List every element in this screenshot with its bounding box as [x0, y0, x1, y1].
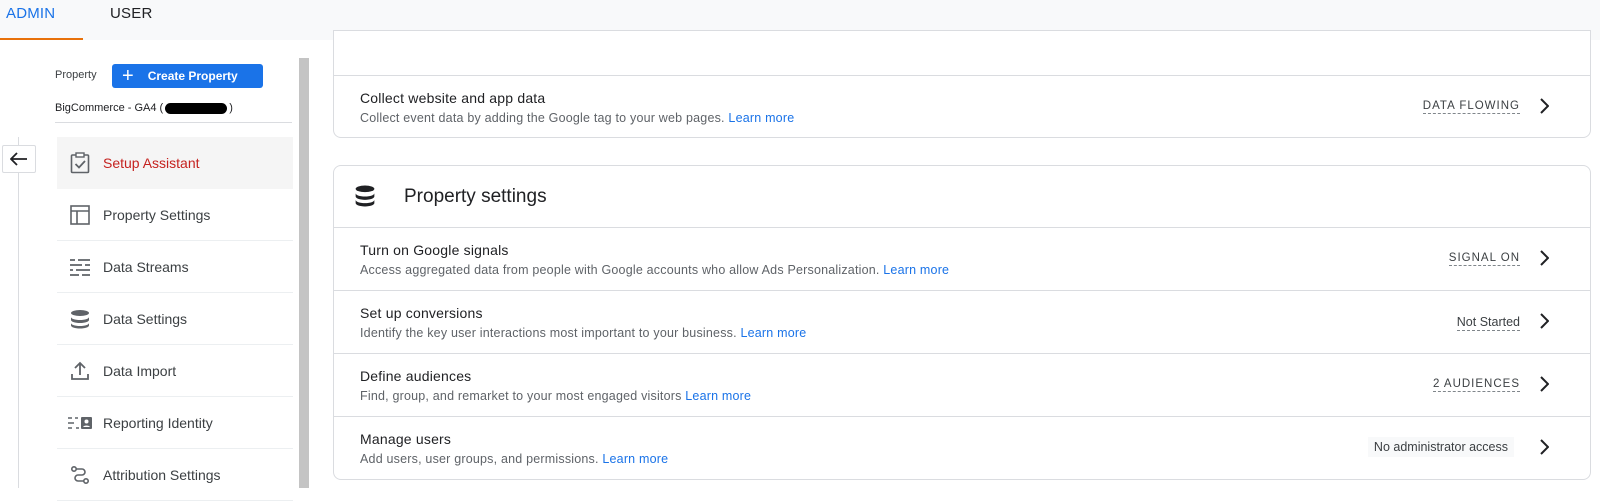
sidebar-nav: Setup Assistant Property Settings Data S…: [57, 137, 293, 501]
create-property-button[interactable]: + Create Property: [112, 64, 263, 88]
learn-more-link[interactable]: Learn more: [883, 263, 949, 277]
learn-more-link[interactable]: Learn more: [740, 326, 806, 340]
status-badge: No administrator access: [1367, 437, 1514, 457]
database-icon: [57, 309, 103, 329]
collect-data-card: Collect website and app data Collect eve…: [333, 30, 1591, 138]
sidebar-item-data-import[interactable]: Data Import: [57, 345, 293, 397]
card-header: Property settings: [334, 166, 1590, 228]
row-description: Find, group, and remarket to your most e…: [360, 389, 752, 403]
learn-more-link[interactable]: Learn more: [602, 452, 668, 466]
row-description: Identify the key user interactions most …: [360, 326, 807, 340]
sidebar-item-data-streams[interactable]: Data Streams: [57, 241, 293, 293]
layout-icon: [57, 204, 103, 225]
status-badge: Not Started: [1456, 315, 1520, 331]
sidebar-item-label: Data Streams: [103, 258, 189, 275]
identity-icon: [57, 415, 103, 431]
sidebar-scrollbar[interactable]: [299, 58, 309, 488]
status-badge: SIGNAL ON: [1448, 252, 1520, 266]
back-button[interactable]: [2, 145, 36, 173]
sidebar-divider: [55, 122, 292, 123]
sidebar-item-label: Data Settings: [103, 310, 188, 327]
upload-icon: [57, 361, 103, 381]
collect-data-row[interactable]: Collect website and app data Collect eve…: [334, 76, 1590, 138]
conversions-row[interactable]: Set up conversions Identify the key user…: [334, 291, 1590, 353]
property-name-close: ): [229, 102, 233, 114]
status-badge: DATA FLOWING: [1422, 100, 1520, 114]
tab-admin[interactable]: ADMIN: [0, 0, 83, 40]
row-title: Manage users: [360, 431, 452, 447]
row-title: Define audiences: [360, 368, 472, 384]
row-title: Collect website and app data: [360, 90, 546, 106]
sidebar-item-label: Property Settings: [103, 206, 211, 223]
create-property-label: Create Property: [147, 69, 238, 83]
chevron-right-icon[interactable]: [1534, 374, 1554, 394]
attribution-icon: [57, 465, 103, 485]
sidebar-item-setup-assistant[interactable]: Setup Assistant: [57, 137, 293, 189]
sidebar-item-label: Attribution Settings: [103, 466, 221, 483]
sidebar-item-property-settings[interactable]: Property Settings: [57, 189, 293, 241]
chevron-right-icon[interactable]: [1534, 96, 1554, 116]
streams-icon: [57, 258, 103, 276]
sidebar-item-label: Data Import: [103, 362, 177, 379]
rail-divider: [18, 137, 19, 488]
chevron-right-icon[interactable]: [1534, 248, 1554, 268]
row-description: Add users, user groups, and permissions.…: [360, 452, 669, 466]
property-selector[interactable]: BigCommerce - GA4 ( ): [55, 102, 233, 114]
sidebar-item-reporting-identity[interactable]: Reporting Identity: [57, 397, 293, 449]
chevron-right-icon[interactable]: [1534, 437, 1554, 457]
card-title: Property settings: [404, 186, 547, 207]
checklist-icon: [57, 152, 103, 174]
row-description: Access aggregated data from people with …: [360, 263, 950, 277]
row-description: Collect event data by adding the Google …: [360, 111, 795, 125]
database-icon: [354, 185, 376, 212]
row-title: Turn on Google signals: [360, 242, 509, 258]
plus-icon: +: [122, 65, 134, 87]
sidebar-item-data-settings[interactable]: Data Settings: [57, 293, 293, 345]
redacted-property-id: [165, 102, 228, 114]
tab-user[interactable]: USER: [110, 0, 152, 40]
property-label: Property: [55, 69, 97, 81]
sidebar-item-label: Setup Assistant: [103, 155, 200, 171]
learn-more-link[interactable]: Learn more: [685, 389, 751, 403]
sidebar-item-label: Reporting Identity: [103, 414, 213, 431]
chevron-right-icon[interactable]: [1534, 311, 1554, 331]
google-signals-row[interactable]: Turn on Google signals Access aggregated…: [334, 228, 1590, 290]
manage-users-row[interactable]: Manage users Add users, user groups, and…: [334, 417, 1590, 479]
status-badge: 2 AUDIENCES: [1432, 378, 1520, 392]
arrow-left-icon: [10, 152, 27, 166]
sidebar-item-attribution-settings[interactable]: Attribution Settings: [57, 449, 293, 501]
row-title: Set up conversions: [360, 305, 483, 321]
property-name: BigCommerce - GA4 (: [55, 102, 164, 114]
audiences-row[interactable]: Define audiences Find, group, and remark…: [334, 354, 1590, 416]
learn-more-link[interactable]: Learn more: [728, 111, 794, 125]
property-settings-card: Property settings Turn on Google signals…: [333, 165, 1591, 480]
